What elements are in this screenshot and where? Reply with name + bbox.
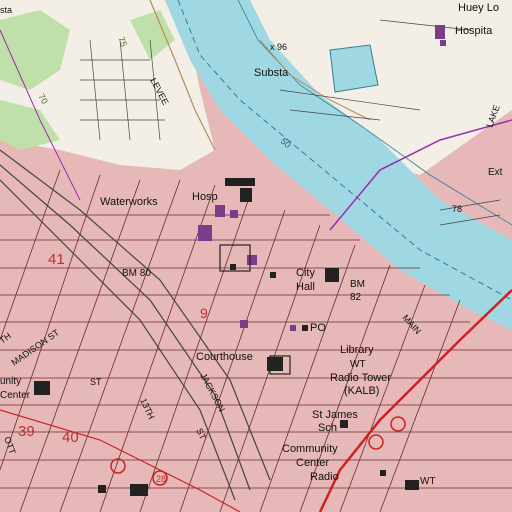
map-canvas: Waterworks Hosp Huey Lo Hospita Substa x… <box>0 0 512 512</box>
label-bm82-a: BM <box>350 279 365 290</box>
label-st-james: St James <box>312 409 358 421</box>
label-hall: Hall <box>296 281 315 293</box>
section-number: 41 <box>48 251 65 268</box>
label-st-b: ST <box>90 377 102 387</box>
label-huey-long-1: Huey Lo <box>458 2 499 14</box>
label-x96: x 96 <box>270 42 287 52</box>
label-ext: Ext <box>488 167 503 178</box>
label-bm80: BM 80 <box>122 268 151 279</box>
section-number: 40 <box>62 429 79 446</box>
section-number: 9 <box>200 305 208 321</box>
label-kalb: (KALB) <box>344 385 379 397</box>
topographic-map: Waterworks Hosp Huey Lo Hospita Substa x… <box>0 0 512 512</box>
label-library: Library <box>340 344 374 356</box>
section-number: 39 <box>18 423 35 440</box>
label-hosp: Hosp <box>192 191 218 203</box>
label-center: Center <box>296 457 329 469</box>
label-radio: Radio <box>310 471 339 483</box>
label-sch: Sch <box>318 422 337 434</box>
label-po: PO <box>310 322 326 334</box>
label-center-left: Center <box>0 390 31 401</box>
label-radio-tower: Radio Tower <box>330 372 391 384</box>
label-waterworks: Waterworks <box>100 196 158 208</box>
label-huey-long-2: Hospita <box>455 25 493 37</box>
label-unity: unity <box>0 376 21 387</box>
label-substa: Substa <box>254 67 289 79</box>
label-community: Community <box>282 443 338 455</box>
label-sta: sta <box>0 5 12 15</box>
label-wt2: WT <box>420 476 436 487</box>
route-number: 28 <box>156 474 166 484</box>
label-bm82-b: 82 <box>350 292 362 303</box>
label-courthouse: Courthouse <box>196 351 253 363</box>
elevation-number: 78 <box>452 204 462 214</box>
label-city: City <box>296 267 315 279</box>
pond <box>329 44 379 93</box>
label-wt1: WT <box>350 359 366 370</box>
